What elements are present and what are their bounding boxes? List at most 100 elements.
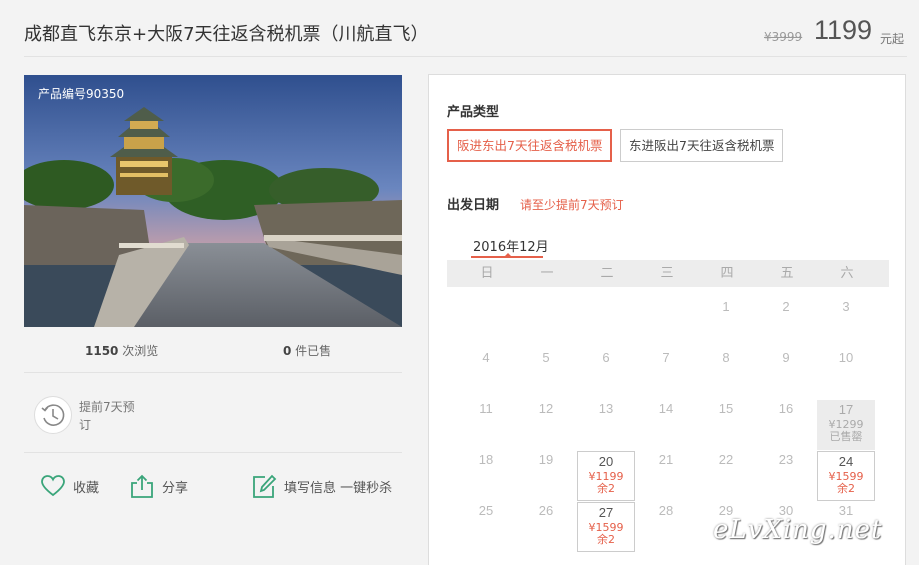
advance-booking-text: 提前7天预订 [79,400,135,432]
edit-icon [253,474,277,498]
calendar-day: 11 [457,399,515,449]
day-number: 11 [479,401,493,416]
flash-order-button[interactable]: 填写信息 一键秒杀 [251,472,392,500]
day-number: 14 [658,401,674,416]
weekday-label: 六 [840,266,854,281]
departure-date-label: 出发日期 [447,198,500,213]
calendar-day: 18 [457,450,515,500]
calendar-day: 14 [637,399,695,449]
day-number: 15 [718,401,734,416]
calendar-day: 12 [517,399,575,449]
calendar-day: 13 [577,399,635,449]
page-title: 成都直飞东京+大阪7天往返含税机票（川航直飞） [24,24,429,45]
day-number: 24 [838,454,854,469]
day-number: 10 [838,350,854,365]
product-type-label: 产品类型 [447,105,500,120]
osaka-castle-image [24,75,402,327]
share-label: 分享 [162,480,189,496]
calendar-day-available[interactable]: 27 ¥1599 余2 [577,502,635,552]
month-tab-pointer [504,253,512,257]
day-number: 1 [722,299,730,314]
calendar-day: 4 [457,348,515,398]
calendar-day: 23 [757,450,815,500]
day-number: 16 [778,401,794,416]
favorite-button[interactable]: 收藏 [40,472,99,500]
calendar-day: 8 [697,348,755,398]
calendar-day: 3 [817,297,875,347]
views-stat: 1150 次浏览 [85,342,158,359]
booking-hint: 请至少提前7天预订 [520,198,624,212]
weekday-label: 二 [600,266,614,281]
day-number: 5 [542,350,550,365]
day-number: 8 [722,350,730,365]
weekday-label: 三 [660,266,674,281]
calendar-day-soldout: 17 ¥1299 已售罄 [817,400,875,450]
calendar-day: 6 [577,348,635,398]
day-status: 已售罄 [829,430,863,443]
divider [24,372,402,373]
header: 成都直飞东京+大阪7天往返含税机票（川航直飞） ¥3999 1199 元起 [0,0,919,58]
weekday-header: 日一二三四五六 [447,260,889,287]
day-number: 22 [718,452,734,467]
day-number: 21 [658,452,674,467]
calendar-day: 21 [637,450,695,500]
views-count: 1150 [85,344,119,358]
calendar-day-available[interactable]: 20 ¥1199 余2 [577,451,635,501]
calendar-day-available[interactable]: 24 ¥1599 余2 [817,451,875,501]
day-status: 余2 [597,482,615,495]
original-price: ¥3999 [764,30,803,44]
current-price: 1199 [814,15,873,45]
calendar-day: 7 [637,348,695,398]
product-photo[interactable]: 产品编号90350 [24,75,402,327]
day-number: 25 [478,503,494,518]
day-number: 4 [482,350,490,365]
product-type-option-tokyo-in-osaka-out[interactable]: 东进阪出7天往返含税机票 [620,129,784,162]
calendar-day: 15 [697,399,755,449]
favorite-label: 收藏 [73,480,100,496]
day-number: 27 [598,505,614,520]
calendar-day: 16 [757,399,815,449]
day-status: 余2 [837,482,855,495]
calendar-day: 9 [757,348,815,398]
day-number: 2 [782,299,790,314]
day-number: 9 [782,350,790,365]
booking-panel: 产品类型 阪进东出7天往返含税机票 东进阪出7天往返含税机票 出发日期 请至少提… [428,74,906,565]
product-code: 产品编号90350 [38,87,125,101]
header-divider [24,56,907,57]
calendar-day: 28 [637,501,695,551]
calendar-day: 26 [517,501,575,551]
day-number: 17 [838,402,854,417]
day-status: 余2 [597,533,615,546]
stats: 1150 次浏览 0 件已售 [24,342,402,362]
weekday-label: 五 [780,266,794,281]
flash-order-label: 填写信息 一键秒杀 [284,480,393,496]
share-button[interactable]: 分享 [129,472,188,500]
day-number: 20 [598,454,614,469]
calendar-day: 1 [697,297,755,347]
day-number: 6 [602,350,610,365]
product-type-option-osaka-in-tokyo-out[interactable]: 阪进东出7天往返含税机票 [447,129,613,162]
weekday-label: 四 [720,266,734,281]
day-number: 26 [538,503,554,518]
day-number: 3 [842,299,850,314]
day-number: 18 [478,452,494,467]
calendar-day: 5 [517,348,575,398]
day-number: 23 [778,452,794,467]
calendar-day: 19 [517,450,575,500]
sold-label: 件已售 [291,344,332,358]
share-icon [131,474,153,498]
day-number: 7 [662,350,670,365]
weekday-label: 一 [540,266,554,281]
views-label: 次浏览 [118,344,159,358]
clock-history-icon [34,396,72,434]
sold-stat: 0 件已售 [283,342,331,359]
price-unit: 元起 [880,32,905,46]
calendar-day: 2 [757,297,815,347]
watermark: eLvXing.net [713,515,883,545]
day-number: 13 [598,401,614,416]
calendar-day: 25 [457,501,515,551]
calendar-day: 10 [817,348,875,398]
weekday-label: 日 [480,266,494,281]
divider [24,452,402,453]
calendar-day: 22 [697,450,755,500]
